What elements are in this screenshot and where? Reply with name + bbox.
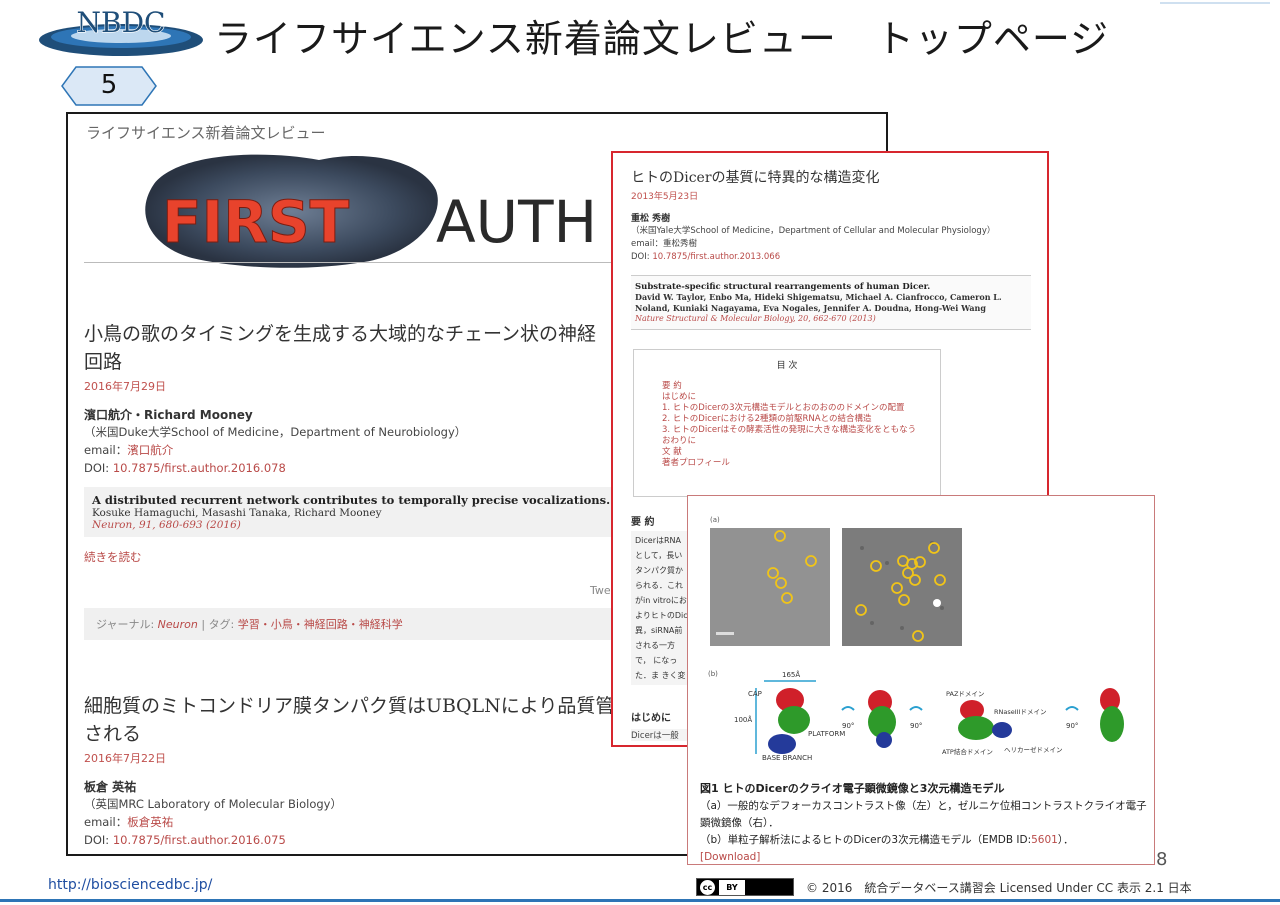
dicer-3d-model: (b) 165Å 100Å CAP PLATFORM BASE BRANCH 9… — [708, 670, 1124, 762]
detail-ref-journal[interactable]: Nature Structural & Molecular Biology, 2… — [635, 314, 1027, 323]
svg-text:90°: 90° — [1066, 722, 1078, 730]
svg-text:100Å: 100Å — [734, 715, 752, 724]
toc-item[interactable]: 2. ヒトのDicerにおける2種類の前駆RNAとの結合構造 — [644, 414, 930, 425]
abstract-heading: 要 約 — [631, 517, 655, 528]
doi-label: DOI: — [631, 252, 653, 262]
caption-line-a: （a）一般的なデフォーカスコントラスト像（左）と，ゼルニケ位相コントラストクライ… — [700, 800, 1147, 829]
detail-affiliation: （米国Yale大学School of Medicine，Department o… — [631, 226, 996, 236]
by-icon: BY — [719, 880, 745, 895]
doi-label: DOI: — [84, 833, 113, 847]
journal-link[interactable]: Neuron — [158, 618, 198, 631]
footer-url[interactable]: http://biosciencedbc.jp/ — [48, 877, 212, 893]
svg-text:ヘリカーゼドメイン: ヘリカーゼドメイン — [1004, 745, 1063, 754]
doi-link[interactable]: 10.7875/first.author.2016.075 — [113, 833, 286, 847]
svg-text:165Å: 165Å — [782, 670, 800, 679]
download-link[interactable]: [Download] — [700, 849, 1148, 864]
figure-overlay: (a) (b) 165Å 100Å CAP PLATFORM BASE BRAN… — [687, 495, 1155, 865]
detail-author: 重松 秀樹 — [631, 214, 671, 224]
detail-reference-box: Substrate-specific structural rearrangem… — [631, 275, 1031, 330]
tag-label: タグ: — [208, 618, 238, 631]
figure-caption: （a）一般的なデフォーカスコントラスト像（左）と，ゼルニケ位相コントラストクライ… — [700, 798, 1148, 864]
slide-title: ライフサイエンス新着論文レビュー トップページ — [214, 17, 1110, 61]
title-bar: NBDC ライフサイエンス新着論文レビュー トップページ — [0, 0, 1280, 62]
reference-title: A distributed recurrent network contribu… — [92, 493, 611, 507]
detail-doi: DOI: 10.7875/first.author.2013.066 — [631, 251, 1047, 264]
toc-item[interactable]: おわりに — [644, 436, 930, 447]
tag-bar: ジャーナル: Neuron | タグ: 学習・小鳥・神経回路・神経科学 — [84, 608, 624, 640]
intro-heading: はじめに — [631, 713, 671, 724]
svg-text:NBDC: NBDC — [77, 6, 166, 39]
svg-text:CAP: CAP — [748, 690, 762, 698]
doi-label: DOI: — [84, 461, 113, 475]
toc-item[interactable]: 1. ヒトのDicerの3次元構造モデルとおのおののドメインの配置 — [644, 403, 930, 414]
detail-date: 2013年5月23日 — [631, 192, 699, 202]
zernike-micrograph — [842, 528, 962, 646]
abstract-text: DicerはRNA として，長い タンパク質か られる．これ がin vitro… — [631, 531, 693, 685]
doi-link[interactable]: 10.7875/first.author.2016.078 — [113, 461, 286, 475]
detail-title: ヒトのDicerの基質に特異的な構造変化 — [631, 170, 880, 186]
svg-text:PAZドメイン: PAZドメイン — [946, 690, 984, 698]
cc-icon: cc — [700, 880, 715, 895]
svg-text:(b): (b) — [708, 670, 718, 678]
journal-label: ジャーナル: — [96, 618, 158, 631]
detail-ref-title: Substrate-specific structural rearrangem… — [635, 282, 931, 292]
reference-journal[interactable]: Neuron, 91, 680-693 (2016) — [92, 519, 616, 531]
email-label: email： — [84, 443, 128, 457]
tag-links[interactable]: 学習・小鳥・神経回路・神経科学 — [238, 618, 403, 631]
bottom-rule — [0, 899, 1280, 902]
toc-item[interactable]: 文 献 — [644, 447, 930, 458]
figure-label-a: (a) — [710, 516, 720, 524]
defocus-micrograph — [710, 528, 830, 646]
site-name: ライフサイエンス新着論文レビュー — [86, 124, 326, 142]
svg-text:BASE BRANCH: BASE BRANCH — [762, 754, 812, 762]
toc-item[interactable]: はじめに — [644, 392, 930, 403]
toc-heading: 目 次 — [776, 361, 798, 371]
caption-b-prefix: （b）単粒子解析法によるヒトのDicerの3次元構造モデル（EMDB ID: — [700, 834, 1032, 846]
reference-box: A distributed recurrent network contribu… — [84, 487, 624, 537]
detail-meta: （米国Yale大学School of Medicine，Department o… — [631, 225, 1047, 264]
toc-item[interactable]: 著者プロフィール — [644, 458, 930, 469]
email-link[interactable]: 濱口航介 — [127, 443, 173, 457]
reference-authors: Kosuke Hamaguchi, Masashi Tanaka, Richar… — [92, 507, 382, 519]
table-of-contents: 目 次 要 約 はじめに 1. ヒトのDicerの3次元構造モデルとおのおののド… — [633, 349, 941, 497]
detail-email[interactable]: email：重松秀樹 — [631, 238, 1047, 251]
caption-line-b: （b）単粒子解析法によるヒトのDicerの3次元構造モデル（EMDB ID:56… — [700, 832, 1148, 849]
toc-item[interactable]: 要 約 — [644, 381, 930, 392]
svg-text:FIRST: FIRST — [162, 188, 350, 256]
cc-license-badge[interactable]: cc BY — [696, 878, 794, 896]
svg-text:AUTH: AUTH — [436, 188, 597, 256]
footer-copyright: © 2016 統合データベース講習会 Licensed Under CC 表示 … — [806, 881, 1192, 895]
tweet-button[interactable]: Twe — [590, 584, 611, 597]
tag-separator: | — [197, 618, 209, 631]
email-link[interactable]: 板倉英祐 — [127, 815, 173, 829]
detail-ref-authors: David W. Taylor, Enbo Ma, Hideki Shigema… — [635, 292, 1002, 313]
svg-text:PLATFORM: PLATFORM — [808, 730, 845, 738]
svg-text:90°: 90° — [842, 722, 854, 730]
figure-caption-title: 図1 ヒトのDicerのクライオ電子顕微鏡像と3次元構造モデル — [700, 782, 1005, 795]
intro-text: Dicerは一般 — [631, 729, 693, 741]
nbdc-logo: NBDC — [39, 6, 203, 56]
email-label: email： — [84, 815, 128, 829]
page-number: 8 — [1156, 849, 1168, 870]
slide-number: 5 — [100, 70, 118, 100]
toc-item[interactable]: 3. ヒトのDicerはその酵素活性の発現に大きな構造変化をともなう — [644, 425, 930, 436]
svg-text:ATP結合ドメイン: ATP結合ドメイン — [942, 747, 993, 756]
svg-text:90°: 90° — [910, 722, 922, 730]
svg-text:RNaseIIIドメイン: RNaseIIIドメイン — [994, 708, 1047, 716]
emdb-link[interactable]: 5601 — [1031, 834, 1058, 846]
slide-number-badge: 5 — [60, 66, 158, 106]
caption-b-suffix: ）． — [1057, 834, 1074, 846]
doi-link[interactable]: 10.7875/first.author.2013.066 — [652, 252, 780, 262]
